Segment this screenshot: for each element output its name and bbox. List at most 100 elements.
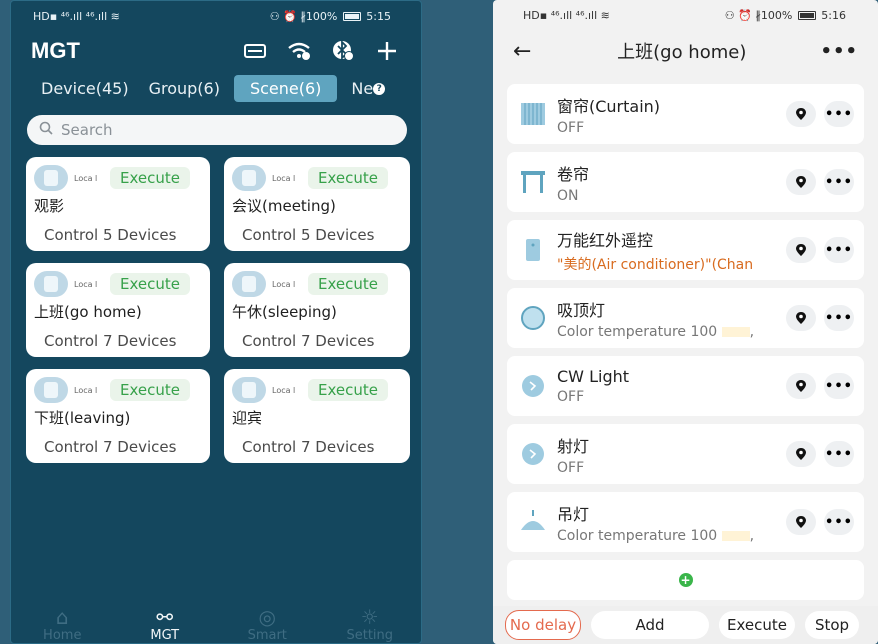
device-row[interactable]: 万能红外遥控 "美的(Air conditioner)"(Chan ••• [507, 220, 864, 280]
device-name: 卷帘 [557, 164, 590, 184]
ceiling-light-icon [517, 302, 549, 334]
device-more-icon[interactable]: ••• [824, 441, 854, 467]
add-icon[interactable] [373, 37, 401, 65]
signal-indicators: HD▪ ⁴⁶.ıll ⁴⁶.ıll ≋ [523, 8, 610, 22]
device-status: OFF [557, 459, 585, 476]
app-title: MGT [31, 38, 80, 63]
device-row[interactable]: 吊灯 Color temperature 100 , ••• [507, 492, 864, 552]
bluetooth-icon[interactable] [329, 37, 357, 65]
add-button[interactable]: Add [591, 611, 709, 639]
device-row[interactable]: 吸顶灯 Color temperature 100 , ••• [507, 288, 864, 348]
detail-header: ← 上班(go home) ••• [493, 30, 878, 72]
scene-name: 午休(sleeping) [232, 303, 337, 321]
tab-next-truncated[interactable]: Ne? [345, 75, 393, 102]
tab-device[interactable]: Device(45) [35, 75, 135, 102]
local-tag: Loca l [74, 385, 98, 395]
scene-card[interactable]: Loca l Execute 午休(sleeping) Control 7 De… [224, 263, 410, 357]
location-pin-icon[interactable] [786, 373, 816, 399]
device-row[interactable]: CW Light OFF ••• [507, 356, 864, 416]
add-circle-icon[interactable]: + [678, 573, 693, 587]
scene-card[interactable]: Loca l Execute 上班(go home) Control 7 Dev… [26, 263, 210, 357]
status-bar: HD▪ ⁴⁶.ıll ⁴⁶.ıll ≋ ⚇ ⏰ ∦100% 5:15 [11, 1, 421, 31]
scene-device-count: Control 7 Devices [242, 332, 375, 350]
back-arrow-icon[interactable]: ← [513, 39, 543, 64]
help-icon: ? [373, 83, 386, 95]
scene-device-count: Control 7 Devices [44, 332, 177, 350]
search-input[interactable]: Search [27, 115, 407, 145]
tab-group[interactable]: Group(6) [143, 75, 226, 102]
nav-mgt[interactable]: ⚯ MGT [130, 606, 200, 643]
scene-card[interactable]: Loca l Execute 迎宾 Control 7 Devices [224, 369, 410, 463]
scene-card[interactable]: Loca l Execute 下班(leaving) Control 7 Dev… [26, 369, 210, 463]
scene-device-count: Control 5 Devices [44, 226, 177, 244]
action-bar: No delay Add Execute Stop [493, 606, 878, 644]
device-row[interactable]: 卷帘 ON ••• [507, 152, 864, 212]
mgt-screen: HD▪ ⁴⁶.ıll ⁴⁶.ıll ≋ ⚇ ⏰ ∦100% 5:15 MGT D… [10, 0, 422, 644]
stop-button[interactable]: Stop [805, 611, 859, 639]
location-pin-icon[interactable] [786, 441, 816, 467]
bulb-icon [517, 370, 549, 402]
status-right: ⚇ ⏰ ∦100% 5:16 [724, 8, 846, 22]
color-swatch [721, 530, 750, 541]
nav-label: Setting [346, 628, 394, 643]
nav-label: Smart [247, 628, 287, 643]
tab-scene[interactable]: Scene(6) [233, 74, 338, 102]
wifi-settings-icon[interactable] [285, 37, 313, 65]
device-row[interactable]: 射灯 OFF ••• [507, 424, 864, 484]
device-more-icon[interactable]: ••• [824, 237, 854, 263]
device-status: Color temperature 100 , [557, 527, 755, 544]
scene-icon [34, 165, 68, 191]
battery-icon [342, 12, 361, 21]
add-device-row[interactable]: + [507, 560, 864, 600]
scene-card[interactable]: Loca l Execute 会议(meeting) Control 5 Dev… [224, 157, 410, 251]
bottom-nav: ⌂ Home ⚯ MGT ◎ Smart ☼ Setting [11, 599, 421, 643]
execute-button[interactable]: Execute [308, 167, 388, 189]
execute-button[interactable]: Execute [110, 167, 190, 189]
nav-smart[interactable]: ◎ Smart [232, 606, 302, 643]
page-title: 上班(go home) [617, 42, 747, 63]
gear-icon: ☼ [360, 605, 379, 629]
app-header: MGT [11, 31, 421, 71]
spotlight-icon [517, 438, 549, 470]
location-pin-icon[interactable] [786, 305, 816, 331]
local-tag: Loca l [74, 279, 98, 289]
no-delay-button[interactable]: No delay [505, 610, 581, 640]
device-status: ON [557, 187, 579, 204]
location-pin-icon[interactable] [786, 237, 816, 263]
device-more-icon[interactable]: ••• [824, 169, 854, 195]
device-more-icon[interactable]: ••• [824, 373, 854, 399]
location-pin-icon[interactable] [786, 169, 816, 195]
status-bar: HD▪ ⁴⁶.ıll ⁴⁶.ıll ≋ ⚇ ⏰ ∦100% 5:16 [493, 0, 878, 30]
scene-name: 迎宾 [232, 409, 263, 427]
gateway-icon[interactable] [241, 37, 269, 65]
search-placeholder: Search [61, 121, 113, 139]
compass-icon: ◎ [258, 605, 276, 629]
home-icon: ⌂ [55, 605, 69, 629]
execute-button[interactable]: Execute [308, 379, 388, 401]
execute-button[interactable]: Execute [110, 379, 190, 401]
more-options-icon[interactable]: ••• [820, 41, 858, 62]
location-pin-icon[interactable] [786, 509, 816, 535]
device-name: 窗帘(Curtain) [557, 96, 661, 116]
execute-button[interactable]: Execute [110, 273, 190, 295]
location-pin-icon[interactable] [786, 101, 816, 127]
device-more-icon[interactable]: ••• [824, 305, 854, 331]
curtain-icon [517, 98, 549, 130]
color-swatch [721, 326, 750, 337]
nav-home[interactable]: ⌂ Home [27, 606, 97, 643]
device-name: 吊灯 [557, 504, 590, 524]
device-more-icon[interactable]: ••• [824, 509, 854, 535]
execute-button[interactable]: Execute [308, 273, 388, 295]
scene-card[interactable]: Loca l Execute 观影 Control 5 Devices [26, 157, 210, 251]
execute-button[interactable]: Execute [719, 611, 795, 639]
device-status: OFF [557, 389, 585, 405]
clock: 5:15 [366, 9, 391, 23]
scene-grid: Loca l Execute 观影 Control 5 Devices Loca… [26, 157, 421, 463]
device-more-icon[interactable]: ••• [824, 101, 854, 127]
nav-setting[interactable]: ☼ Setting [335, 606, 405, 643]
device-status: "美的(Air conditioner)"(Chan [557, 256, 754, 273]
device-row[interactable]: 窗帘(Curtain) OFF ••• [507, 84, 864, 144]
share-nodes-icon: ⚯ [156, 605, 174, 629]
clock: 5:16 [821, 8, 846, 22]
device-name: CW Light [557, 367, 630, 386]
